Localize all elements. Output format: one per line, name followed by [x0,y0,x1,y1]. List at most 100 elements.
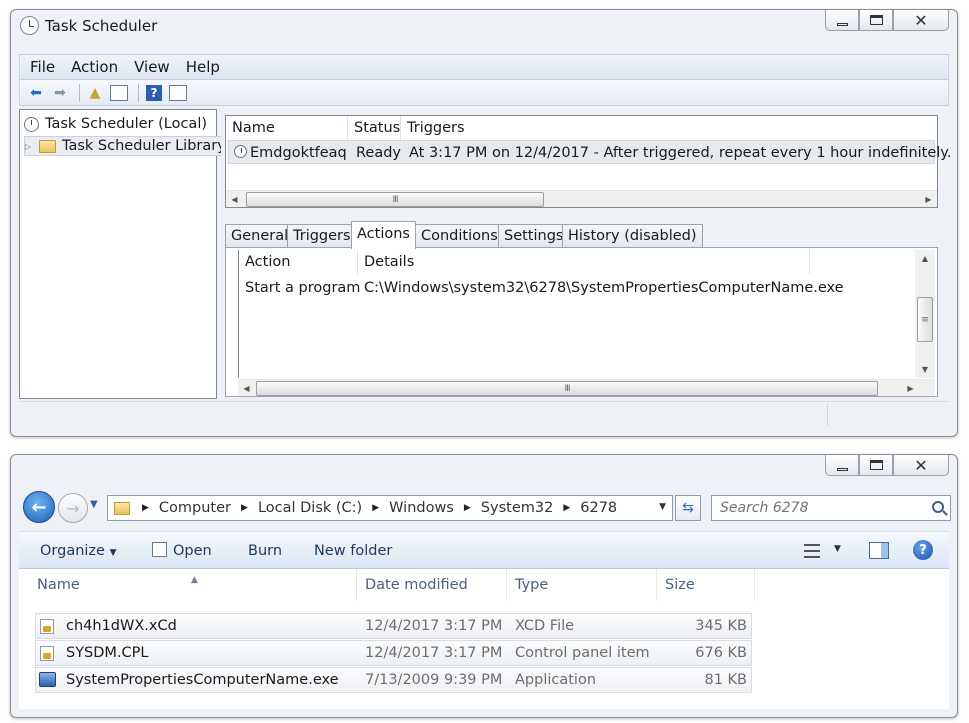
minimize-button[interactable] [825,10,859,31]
file-type: Control panel item [515,645,650,661]
command-bar: Organize ▼ Open Burn New folder ▼ ? [19,531,949,569]
tree-item-library[interactable]: ▷ Task Scheduler Library [24,136,229,156]
scroll-thumb[interactable]: ≡ [917,297,933,342]
breadcrumb-arrow-icon[interactable]: ▶ [142,503,149,513]
breadcrumb-local-disk[interactable]: Local Disk (C:) [258,500,362,516]
menu-action[interactable]: Action [71,58,118,76]
task-status: Ready [356,145,402,161]
scroll-thumb[interactable]: III [246,192,544,207]
table-row[interactable]: Emdgoktfeaq Ready At 3:17 PM on 12/4/201… [228,140,951,164]
address-dropdown-icon[interactable]: ▼ [659,502,666,512]
scroll-down-icon[interactable]: ▼ [915,361,935,378]
search-input[interactable] [718,499,918,517]
status-divider [827,404,828,426]
column-header-size[interactable]: Size [657,569,755,601]
list-item[interactable]: SystemPropertiesComputerName.exe 7/13/20… [35,667,752,693]
forward-button[interactable]: → [58,493,88,523]
list-item[interactable]: ch4h1dWX.xCd 12/4/2017 3:17 PM XCD File … [35,613,752,639]
horizontal-scrollbar[interactable]: ◀ III ▶ [238,379,935,396]
tab-triggers[interactable]: Triggers [287,224,357,248]
column-header-details[interactable]: Details [358,250,810,274]
new-folder-button[interactable]: New folder [314,532,392,570]
view-options-icon[interactable] [804,544,820,558]
show-hide-action-pane-button[interactable] [168,84,188,102]
horizontal-scrollbar[interactable]: ◀ III ▶ [226,190,937,207]
scroll-up-icon[interactable]: ▲ [915,250,935,267]
help-button[interactable]: ? [144,84,164,102]
list-item[interactable]: SYSDM.CPL 12/4/2017 3:17 PM Control pane… [35,640,752,666]
breadcrumb-computer[interactable]: Computer [159,500,231,516]
tab-history[interactable]: History (disabled) [562,224,703,248]
expand-arrow-icon[interactable]: ▷ [25,142,35,151]
breadcrumb-arrow-icon[interactable]: ▶ [372,503,379,513]
view-dropdown-icon[interactable]: ▼ [834,544,841,554]
search-box[interactable] [711,495,951,521]
file-list: Name ▲ Date modified Type Size ch4h1dWX.… [19,569,949,709]
breadcrumb-arrow-icon[interactable]: ▶ [241,503,248,513]
action-details: C:\Windows\system32\6278\SystemPropertie… [364,280,844,296]
close-button[interactable]: ✕ [893,10,949,31]
menu-view[interactable]: View [134,58,170,76]
address-bar[interactable]: ▶ Computer ▶ Local Disk (C:) ▶ Windows ▶… [107,495,673,521]
scroll-left-icon[interactable]: ◀ [238,380,255,397]
column-header-date-modified[interactable]: Date modified [357,569,507,601]
breadcrumb-arrow-icon[interactable]: ▶ [563,503,570,513]
toolbar-divider [79,83,80,102]
breadcrumb-arrow-icon[interactable]: ▶ [464,503,471,513]
folder-icon [114,501,130,515]
tab-general[interactable]: General [225,224,295,248]
actions-tab-panel: Action Details Start a program C:\Window… [225,247,938,397]
close-button[interactable]: ✕ [893,455,949,476]
task-name: Emdgoktfeaq [250,145,347,161]
tab-settings[interactable]: Settings [498,224,570,248]
task-icon [234,145,247,158]
console-tree-icon [110,84,128,101]
maximize-button[interactable] [859,455,893,476]
minimize-button[interactable] [825,455,859,476]
recent-pages-chevron-icon[interactable]: ▼ [90,499,98,510]
column-header-name[interactable]: Name [226,116,348,140]
breadcrumb-system32[interactable]: System32 [481,500,554,516]
breadcrumb-6278[interactable]: 6278 [580,500,617,516]
breadcrumb-windows[interactable]: Windows [389,500,454,516]
action-pane-icon [169,84,187,101]
clock-icon [20,16,39,35]
application-icon [39,672,56,687]
search-icon[interactable] [932,501,944,513]
scroll-right-icon[interactable]: ▶ [902,380,919,397]
tree-item-root[interactable]: Task Scheduler (Local) [24,114,207,134]
scroll-right-icon[interactable]: ▶ [920,191,937,208]
column-header-triggers[interactable]: Triggers [401,116,937,140]
help-icon[interactable]: ? [913,540,933,560]
scroll-thumb[interactable]: III [256,381,878,396]
menu-file[interactable]: File [30,58,55,76]
column-header-status[interactable]: Status [348,116,401,140]
details-pane: Name Status Triggers Emdgoktfeaq Ready A… [221,109,951,399]
tab-conditions[interactable]: Conditions [415,224,504,248]
tree-item-label: Task Scheduler Library [62,138,226,154]
column-header-action[interactable]: Action [239,250,358,274]
status-bar [19,401,949,428]
back-arrow-icon[interactable]: ⬅ [26,84,46,102]
open-button[interactable]: Open [152,532,212,570]
refresh-button[interactable]: ⇆ [675,495,701,521]
column-header-type[interactable]: Type [507,569,657,601]
file-type: XCD File [515,618,575,634]
scroll-left-icon[interactable]: ◀ [226,191,243,208]
vertical-scrollbar[interactable]: ▲ ≡ ▼ [915,250,935,378]
forward-arrow-icon[interactable]: ➡ [50,84,70,102]
maximize-button[interactable] [859,10,893,31]
file-size: 345 KB [695,618,747,634]
back-button[interactable]: ← [23,491,55,523]
table-row[interactable]: Start a program C:\Windows\system32\6278… [239,276,915,300]
tab-actions[interactable]: Actions [351,221,416,249]
up-folder-icon[interactable]: ▲ [85,84,105,102]
show-hide-console-tree-button[interactable] [109,84,129,102]
organize-button[interactable]: Organize ▼ [40,532,117,570]
menu-help[interactable]: Help [186,58,220,76]
task-triggers: At 3:17 PM on 12/4/2017 - After triggere… [409,145,952,161]
preview-pane-icon[interactable] [869,542,889,559]
column-header-name[interactable]: Name ▲ [19,569,357,601]
console-tree: Task Scheduler (Local) ▷ Task Scheduler … [19,109,229,399]
burn-button[interactable]: Burn [248,532,282,570]
